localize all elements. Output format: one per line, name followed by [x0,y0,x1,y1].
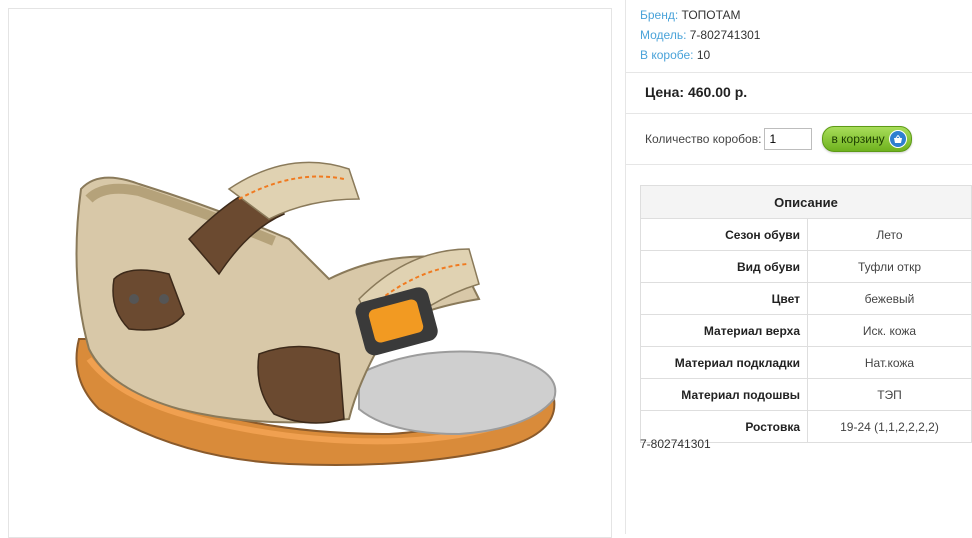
spec-value: Иск. кожа [807,314,972,347]
quantity-label: Количество коробов: [645,132,762,146]
spec-value: 19-24 (1,1,2,2,2,2) [807,410,972,443]
table-row: Сезон обуви Лето [640,218,972,251]
add-to-cart-form: Количество коробов: в корзину [645,126,912,152]
table-row: Материал подкладки Нат.кожа [640,346,972,379]
spec-key: Материал подкладки [640,346,808,379]
box-value: 10 [696,48,711,62]
table-row: Вид обуви Туфли откр [640,250,972,283]
divider [626,72,972,73]
spec-key: Материал подошвы [640,378,808,411]
spec-value: ТЭП [807,378,972,411]
add-to-cart-button[interactable]: в корзину [822,126,912,152]
spec-key: Материал верха [640,314,808,347]
price: Цена: 460.00 р. [645,84,747,100]
table-row: Цвет бежевый [640,282,972,315]
spec-value: Лето [807,218,972,251]
price-value: 460.00 р. [687,84,748,100]
sandal-image[interactable] [59,129,569,499]
model-row: Модель: 7-802741301 [640,25,760,45]
specs-title: Описание [640,185,972,219]
product-image-frame [8,8,612,538]
spec-key: Вид обуви [640,250,808,283]
box-row: В коробе: 10 [640,45,760,65]
brand-label[interactable]: Бренд: [640,8,678,22]
product-meta: Бренд: ТОПОТАМ Модель: 7-802741301 В кор… [640,5,760,65]
product-sku: 7-802741301 [640,437,711,451]
column-divider [625,0,626,534]
price-label: Цена: [645,84,685,100]
model-value: 7-802741301 [689,28,761,42]
box-label[interactable]: В коробе: [640,48,694,62]
add-to-cart-label: в корзину [831,132,885,146]
spec-value: Туфли откр [807,250,972,283]
spec-value: Нат.кожа [807,346,972,379]
spec-key: Цвет [640,282,808,315]
specs-header-row: Описание [640,185,972,219]
table-row: Материал верха Иск. кожа [640,314,972,347]
quantity-input[interactable] [764,128,813,150]
spec-value: бежевый [807,282,972,315]
spec-key: Сезон обуви [640,218,808,251]
brand-value: ТОПОТАМ [681,8,741,22]
basket-icon [888,130,907,148]
specs-table: Описание Сезон обуви Лето Вид обуви Туфл… [640,185,972,443]
divider [626,164,972,165]
table-row: Материал подошвы ТЭП [640,378,972,411]
divider [626,113,972,114]
brand-row: Бренд: ТОПОТАМ [640,5,760,25]
model-label[interactable]: Модель: [640,28,686,42]
